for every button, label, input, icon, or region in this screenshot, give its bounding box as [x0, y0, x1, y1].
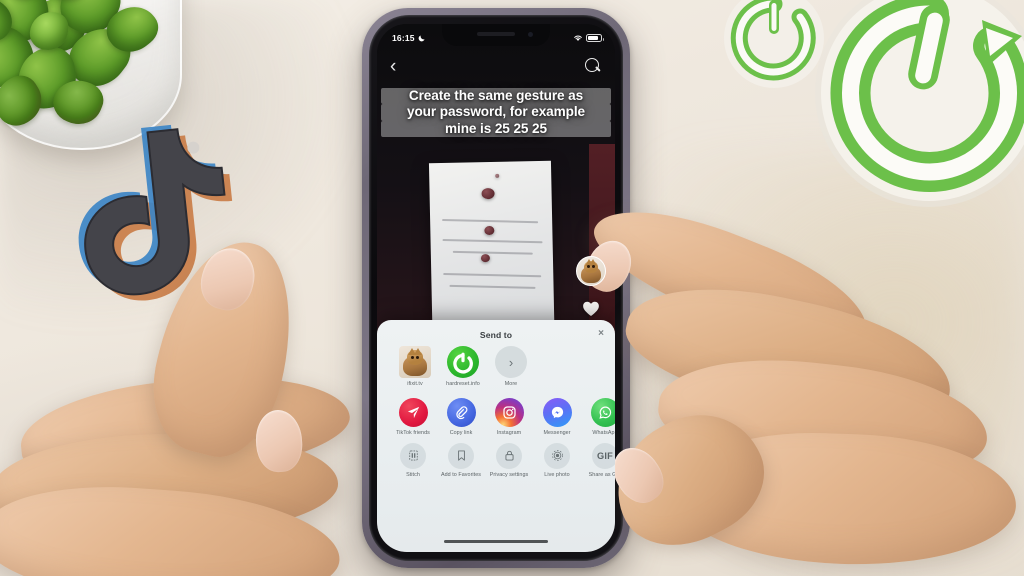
- messenger-icon: [542, 397, 572, 427]
- wifi-icon: [574, 35, 582, 41]
- share-app-tiktok-friends[interactable]: TikTok friends: [391, 397, 435, 437]
- share-action-live-photo[interactable]: Live photo: [535, 442, 579, 479]
- share-app-messenger[interactable]: Messenger: [535, 397, 579, 437]
- share-app-label: Messenger: [543, 429, 571, 436]
- moon-icon: [418, 35, 425, 42]
- share-app-whatsapp[interactable]: WhatsApp: [583, 397, 615, 437]
- profile-avatar[interactable]: [576, 256, 606, 286]
- chevron-right-icon: ›: [495, 346, 527, 378]
- share-action-label: Privacy settings: [489, 471, 529, 478]
- gif-icon: GIF: [592, 442, 615, 469]
- cat-avatar-art: [577, 257, 605, 285]
- share-contact-ifixit[interactable]: ifixit.tv: [393, 346, 437, 388]
- share-action-privacy[interactable]: Privacy settings: [487, 442, 531, 479]
- battery-icon: [586, 34, 604, 42]
- share-more-button[interactable]: › More: [489, 346, 533, 388]
- home-indicator: [444, 539, 548, 543]
- cat-avatar-art: [399, 346, 431, 378]
- share-sheet-title: Send to: [479, 330, 513, 340]
- whatsapp-icon: [590, 397, 615, 427]
- share-app-label: WhatsApp: [592, 429, 615, 436]
- share-contact-label: ifixit.tv: [407, 381, 423, 387]
- desk-scene: 16:15 ‹ Create the same gesture as your …: [0, 0, 1024, 576]
- stitch-icon: [400, 442, 426, 469]
- phone-screen[interactable]: 16:15 ‹ Create the same gesture as your …: [377, 24, 615, 552]
- share-app-label: TikTok friends: [396, 429, 430, 436]
- bookmark-icon: [448, 442, 474, 469]
- back-chevron-icon[interactable]: ‹: [390, 57, 396, 76]
- share-app-label: Instagram: [496, 429, 522, 436]
- share-action-label: Add to Favorites: [440, 471, 482, 478]
- share-action-label: Stitch: [406, 471, 420, 478]
- phone-notch: [442, 24, 550, 46]
- close-icon[interactable]: ×: [598, 329, 604, 339]
- status-time: 16:15: [392, 33, 415, 43]
- share-apps-row: TikTok friends Copy link Instagram Messe…: [383, 397, 615, 437]
- share-contacts-row: ifixit.tv hardreset.info › More: [383, 346, 609, 388]
- share-app-label: Copy link: [449, 429, 473, 436]
- live-photo-icon: [544, 442, 570, 469]
- caption-line-2: your password, for example: [381, 104, 611, 121]
- cat-avatar: [399, 346, 431, 378]
- share-more-label: More: [504, 381, 518, 387]
- share-app-instagram[interactable]: Instagram: [487, 397, 531, 437]
- instagram-icon: [494, 397, 524, 427]
- share-action-label: Share as GIF: [588, 471, 615, 478]
- left-hand: [0, 227, 400, 576]
- smartphone: 16:15 ‹ Create the same gesture as your …: [362, 8, 630, 568]
- lock-icon: [496, 442, 522, 469]
- notch-speaker: [477, 32, 515, 36]
- video-side-rail: [576, 256, 606, 317]
- right-hand: [578, 184, 1024, 576]
- hardreset-power-logo-large: [810, 0, 1024, 212]
- share-action-add-favorites[interactable]: Add to Favorites: [439, 442, 483, 479]
- share-contact-hardreset[interactable]: hardreset.info: [441, 346, 485, 388]
- share-action-share-gif[interactable]: GIF Share as GIF: [583, 442, 615, 479]
- share-action-stitch[interactable]: Stitch: [391, 442, 435, 479]
- video-caption: Create the same gesture as your password…: [381, 88, 611, 138]
- video-nav-bar: ‹: [377, 49, 615, 83]
- share-contact-label: hardreset.info: [446, 381, 480, 387]
- front-camera-icon: [528, 32, 533, 37]
- send-plane-icon: [398, 397, 428, 427]
- caption-line-3: mine is 25 25 25: [381, 120, 611, 138]
- share-sheet: Send to × ifixit.tv hardreset.info › Mor…: [377, 320, 615, 552]
- power-icon: [447, 346, 479, 378]
- heart-icon[interactable]: [582, 300, 600, 317]
- share-actions-row: Stitch Add to Favorites Privacy settings…: [383, 442, 615, 479]
- caption-line-1: Create the same gesture as: [381, 88, 611, 105]
- share-app-copy-link[interactable]: Copy link: [439, 397, 483, 437]
- search-icon[interactable]: [585, 57, 602, 75]
- link-icon: [446, 397, 476, 427]
- share-action-label: Live photo: [544, 471, 570, 478]
